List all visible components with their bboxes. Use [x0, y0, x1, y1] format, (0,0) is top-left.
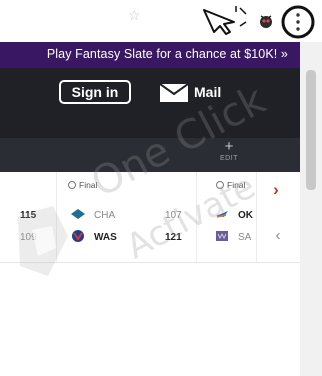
team-abbr: SA: [238, 232, 252, 243]
edit-label: EDIT: [220, 155, 238, 162]
browser-toolbar: ☆: [0, 0, 322, 42]
divider: [196, 172, 197, 262]
wizards-logo-icon: [72, 230, 84, 242]
page-scrollbar[interactable]: [300, 42, 322, 376]
score-away: 107: [165, 210, 182, 221]
game-status: Final: [68, 180, 97, 190]
star-icon[interactable]: ☆: [128, 8, 142, 22]
bug-icon[interactable]: [257, 12, 275, 30]
hornets-logo-icon: [71, 209, 85, 219]
scrollbar-thumb[interactable]: [306, 70, 316, 190]
team-abbr: CHA: [94, 210, 116, 221]
mail-icon: [160, 84, 188, 102]
chevron-left-icon[interactable]: ‹: [268, 226, 288, 246]
score-home: 121: [165, 232, 182, 243]
divider: [56, 172, 57, 262]
chevron-right-icon[interactable]: ›: [266, 180, 286, 200]
browser-menu-button[interactable]: [280, 4, 316, 40]
promo-text: Play Fantasy Slate for a chance at $10K!…: [46, 47, 288, 61]
mail-label: Mail: [194, 84, 222, 100]
game-status: Final: [216, 180, 245, 190]
edit-button[interactable]: + EDIT: [214, 138, 244, 168]
status-label: Final: [79, 180, 98, 190]
status-label: Final: [227, 180, 246, 190]
team-abbr: OK: [238, 210, 253, 221]
scores-strip: 115 109 Final CHA WAS 107 121 Final OK S…: [0, 172, 300, 263]
thunder-logo-icon: [216, 211, 228, 218]
pointer-cursor-icon: [203, 6, 247, 35]
score-away: 115: [20, 210, 37, 221]
site-header: Sign in Mail: [0, 68, 300, 138]
clock-icon: [68, 181, 76, 189]
clock-icon: [216, 181, 224, 189]
promo-banner[interactable]: Play Fantasy Slate for a chance at $10K!…: [0, 42, 300, 68]
sign-in-button[interactable]: Sign in: [59, 80, 131, 104]
kings-logo-icon: [216, 231, 228, 241]
plus-icon: +: [224, 138, 234, 155]
team-abbr: WAS: [94, 232, 117, 243]
vertical-dots-icon: [281, 5, 315, 39]
divider: [256, 172, 257, 262]
scores-toolbar: + EDIT: [0, 138, 300, 172]
score-home: 109: [20, 232, 37, 243]
